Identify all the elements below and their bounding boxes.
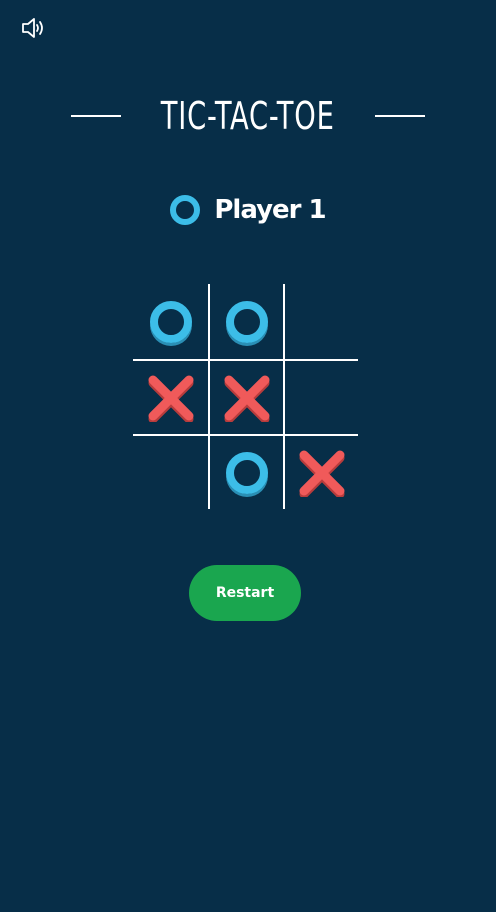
x-mark-icon (299, 450, 344, 497)
sound-toggle-button[interactable] (20, 16, 46, 40)
board-cell-2-1[interactable] (208, 434, 283, 509)
x-mark-icon (224, 375, 269, 422)
restart-button[interactable]: Restart (189, 565, 301, 621)
turn-indicator: Player 1 (0, 190, 496, 230)
current-player-label: Player 1 (214, 195, 326, 225)
speaker-volume-icon (22, 18, 43, 38)
board-cell-0-0[interactable] (133, 284, 208, 359)
board-cell-1-1[interactable] (208, 359, 283, 434)
game-title: TIC-TAC-TOE (161, 94, 335, 138)
current-player-o-icon (170, 195, 201, 225)
board-cell-0-1[interactable] (208, 284, 283, 359)
title-row: TIC-TAC-TOE (0, 90, 496, 142)
o-mark-icon (225, 300, 268, 343)
game-board (133, 284, 358, 509)
title-left-line (71, 115, 122, 117)
board-cell-0-2[interactable] (283, 284, 358, 359)
x-mark-icon (148, 375, 193, 422)
board-cell-1-2[interactable] (283, 359, 358, 434)
o-mark-icon (149, 300, 192, 343)
o-mark-icon (225, 451, 268, 494)
board-cell-1-0[interactable] (133, 359, 208, 434)
board-cell-2-2[interactable] (283, 434, 358, 509)
board-cell-2-0[interactable] (133, 434, 208, 509)
title-right-line (374, 115, 425, 117)
